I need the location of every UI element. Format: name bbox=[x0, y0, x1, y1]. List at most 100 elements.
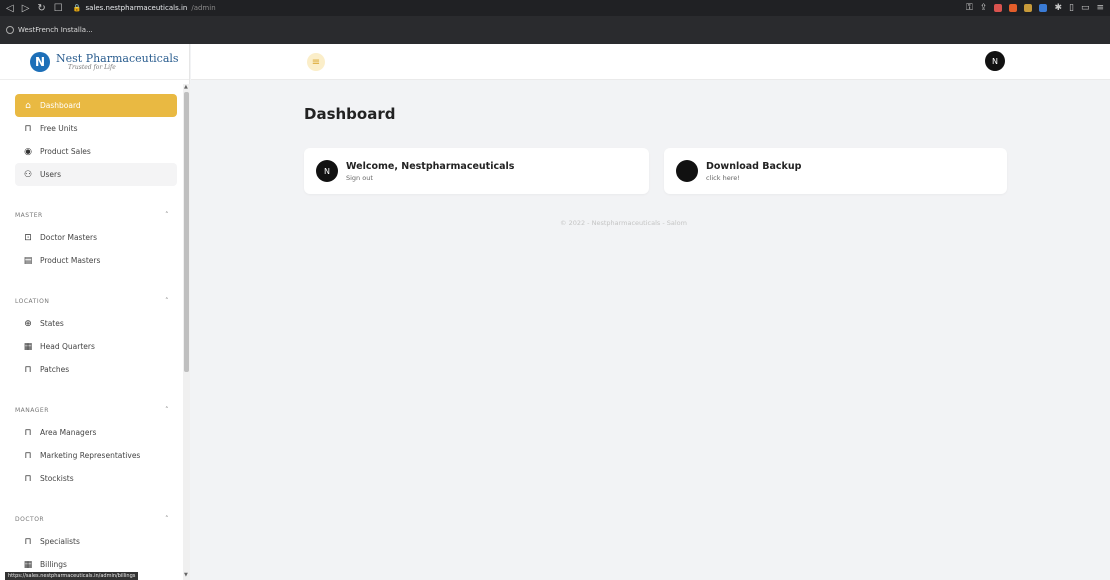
brand-tagline: Trusted for Life bbox=[68, 63, 116, 71]
share-icon[interactable]: ⇪ bbox=[980, 3, 988, 13]
sidebar-item-doctor-masters[interactable]: ⊡ Doctor Masters bbox=[15, 226, 177, 249]
sidebar-item-label: Product Masters bbox=[40, 256, 101, 265]
sidebar-item-users[interactable]: ⚇ Users bbox=[15, 163, 177, 186]
section-title: LOCATION bbox=[15, 297, 50, 305]
chevron-up-icon: ˄ bbox=[165, 406, 169, 414]
section-master[interactable]: MASTER ˄ bbox=[15, 204, 177, 226]
extension-icon[interactable] bbox=[1024, 4, 1033, 12]
lock-icon: 🔒 bbox=[72, 4, 82, 12]
sidebar-item-head-quarters[interactable]: ▦ Head Quarters bbox=[15, 335, 177, 358]
back-icon[interactable]: ◁ bbox=[6, 3, 14, 14]
download-backup-card[interactable]: Download Backup click here! bbox=[664, 148, 1007, 194]
sidebar-menu: ⌂ Dashboard ⊓ Free Units ◉ Product Sales… bbox=[15, 94, 177, 576]
sidebar-item-label: Free Units bbox=[40, 124, 78, 133]
lock-icon: ⊓ bbox=[24, 123, 32, 134]
puzzle-icon[interactable]: ✱ bbox=[1054, 3, 1062, 13]
sidebar-item-stockists[interactable]: ⊓ Stockists bbox=[15, 467, 177, 490]
browser-nav: ◁ ▷ ↻ ☐ bbox=[0, 3, 63, 14]
forward-icon[interactable]: ▷ bbox=[22, 3, 30, 14]
top-navbar: ≡ N bbox=[191, 44, 1110, 80]
sidebar-item-label: Dashboard bbox=[40, 101, 81, 110]
backup-title: Download Backup bbox=[706, 160, 802, 172]
sidebar-item-patches[interactable]: ⊓ Patches bbox=[15, 358, 177, 381]
key-icon[interactable]: ⚿ bbox=[966, 3, 973, 13]
brand-name: Nest Pharmaceuticals bbox=[56, 51, 179, 65]
sidebar-item-label: Area Managers bbox=[40, 428, 97, 437]
section-title: MASTER bbox=[15, 211, 43, 219]
avatar: N bbox=[316, 160, 338, 182]
lock-icon: ⊓ bbox=[24, 473, 32, 484]
chevron-up-icon: ˄ bbox=[165, 211, 169, 219]
scroll-up-icon[interactable]: ▲ bbox=[184, 84, 188, 90]
users-icon: ⚇ bbox=[23, 169, 33, 180]
scroll-thumb[interactable] bbox=[184, 92, 189, 372]
lock-icon: ⊓ bbox=[24, 450, 32, 461]
sidebar-item-label: Specialists bbox=[40, 537, 80, 546]
sidebar-item-label: Stockists bbox=[40, 474, 74, 483]
status-url-tooltip: https://sales.nestpharmaceuticals.in/adm… bbox=[5, 572, 139, 580]
home-icon: ⌂ bbox=[25, 100, 31, 111]
window-icon[interactable]: ▭ bbox=[1081, 3, 1090, 13]
lock-icon: ⊓ bbox=[24, 364, 32, 375]
sidebar-item-dashboard[interactable]: ⌂ Dashboard bbox=[15, 94, 177, 117]
sidebar: N Nest Pharmaceuticals Trusted for Life … bbox=[0, 44, 190, 580]
sidebar-item-marketing-representatives[interactable]: ⊓ Marketing Representatives bbox=[15, 444, 177, 467]
user-avatar[interactable]: N bbox=[985, 51, 1005, 71]
browser-toolbar: ◁ ▷ ↻ ☐ 🔒 sales.nestpharmaceuticals.in/a… bbox=[0, 0, 1110, 16]
sidebar-item-label: States bbox=[40, 319, 64, 328]
welcome-title: Welcome, Nestpharmaceuticals bbox=[346, 160, 515, 172]
page-title: Dashboard bbox=[304, 105, 396, 123]
sidebar-item-label: Marketing Representatives bbox=[40, 451, 141, 460]
address-bar[interactable]: 🔒 sales.nestpharmaceuticals.in/admin bbox=[73, 4, 216, 12]
extension-icon[interactable] bbox=[1009, 4, 1018, 12]
brand-logo[interactable]: N Nest Pharmaceuticals Trusted for Life bbox=[0, 44, 189, 80]
menu-icon[interactable]: ≡ bbox=[1096, 3, 1104, 13]
chevron-up-icon: ˄ bbox=[165, 297, 169, 305]
box-icon: ▤ bbox=[23, 255, 33, 266]
reload-icon[interactable]: ↻ bbox=[37, 3, 45, 14]
sidebar-item-label: Billings bbox=[40, 560, 67, 569]
sign-out-link[interactable]: Sign out bbox=[346, 174, 514, 182]
bookmark-item[interactable]: WestFrench Installa... bbox=[18, 26, 93, 34]
sidebar-item-label: Doctor Masters bbox=[40, 233, 98, 242]
menu-toggle-icon[interactable]: ≡ bbox=[307, 53, 325, 71]
backup-link[interactable]: click here! bbox=[706, 174, 801, 182]
sidebar-item-label: Users bbox=[40, 170, 62, 179]
section-doctor[interactable]: DOCTOR ˄ bbox=[15, 508, 177, 530]
extension-bar: ⚿ ⇪ ✱ ▯ ▭ ≡ bbox=[966, 3, 1110, 13]
section-title: MANAGER bbox=[15, 406, 49, 414]
section-location[interactable]: LOCATION ˄ bbox=[15, 290, 177, 312]
url-host: sales.nestpharmaceuticals.in bbox=[85, 4, 188, 12]
sidebar-scrollbar[interactable]: ▲ ▼ bbox=[183, 84, 190, 580]
building-icon: ▦ bbox=[23, 559, 33, 570]
bookmarks-bar: WestFrench Installa... bbox=[0, 16, 1110, 44]
chevron-up-icon: ˄ bbox=[165, 515, 169, 523]
section-title: DOCTOR bbox=[15, 515, 45, 523]
url-path: /admin bbox=[191, 4, 216, 12]
sidebar-item-product-masters[interactable]: ▤ Product Masters bbox=[15, 249, 177, 272]
sidebar-item-label: Product Sales bbox=[40, 147, 91, 156]
globe-icon bbox=[6, 26, 14, 34]
brave-shield-icon[interactable] bbox=[994, 4, 1003, 12]
sidebar-icon[interactable]: ▯ bbox=[1069, 3, 1074, 13]
doctor-icon: ⊡ bbox=[24, 232, 32, 243]
footer-copyright: © 2022 - Nestpharmaceuticals - Salom bbox=[560, 219, 687, 227]
sidebar-item-product-sales[interactable]: ◉ Product Sales bbox=[15, 140, 177, 163]
scroll-down-icon[interactable]: ▼ bbox=[184, 572, 188, 578]
globe-icon: ⊕ bbox=[24, 318, 32, 329]
sidebar-item-label: Head Quarters bbox=[40, 342, 95, 351]
sidebar-item-label: Patches bbox=[40, 365, 70, 374]
sidebar-item-specialists[interactable]: ⊓ Specialists bbox=[15, 530, 177, 553]
logo-icon: N bbox=[30, 51, 50, 72]
bookmark-icon[interactable]: ☐ bbox=[54, 3, 63, 14]
extension-icon[interactable] bbox=[1039, 4, 1048, 12]
target-icon: ◉ bbox=[24, 146, 32, 157]
building-icon: ▦ bbox=[23, 341, 33, 352]
lock-icon: ⊓ bbox=[24, 427, 32, 438]
sidebar-item-area-managers[interactable]: ⊓ Area Managers bbox=[15, 421, 177, 444]
sidebar-item-states[interactable]: ⊕ States bbox=[15, 312, 177, 335]
lock-icon: ⊓ bbox=[24, 536, 32, 547]
backup-icon bbox=[676, 160, 698, 182]
sidebar-item-free-units[interactable]: ⊓ Free Units bbox=[15, 117, 177, 140]
section-manager[interactable]: MANAGER ˄ bbox=[15, 399, 177, 421]
